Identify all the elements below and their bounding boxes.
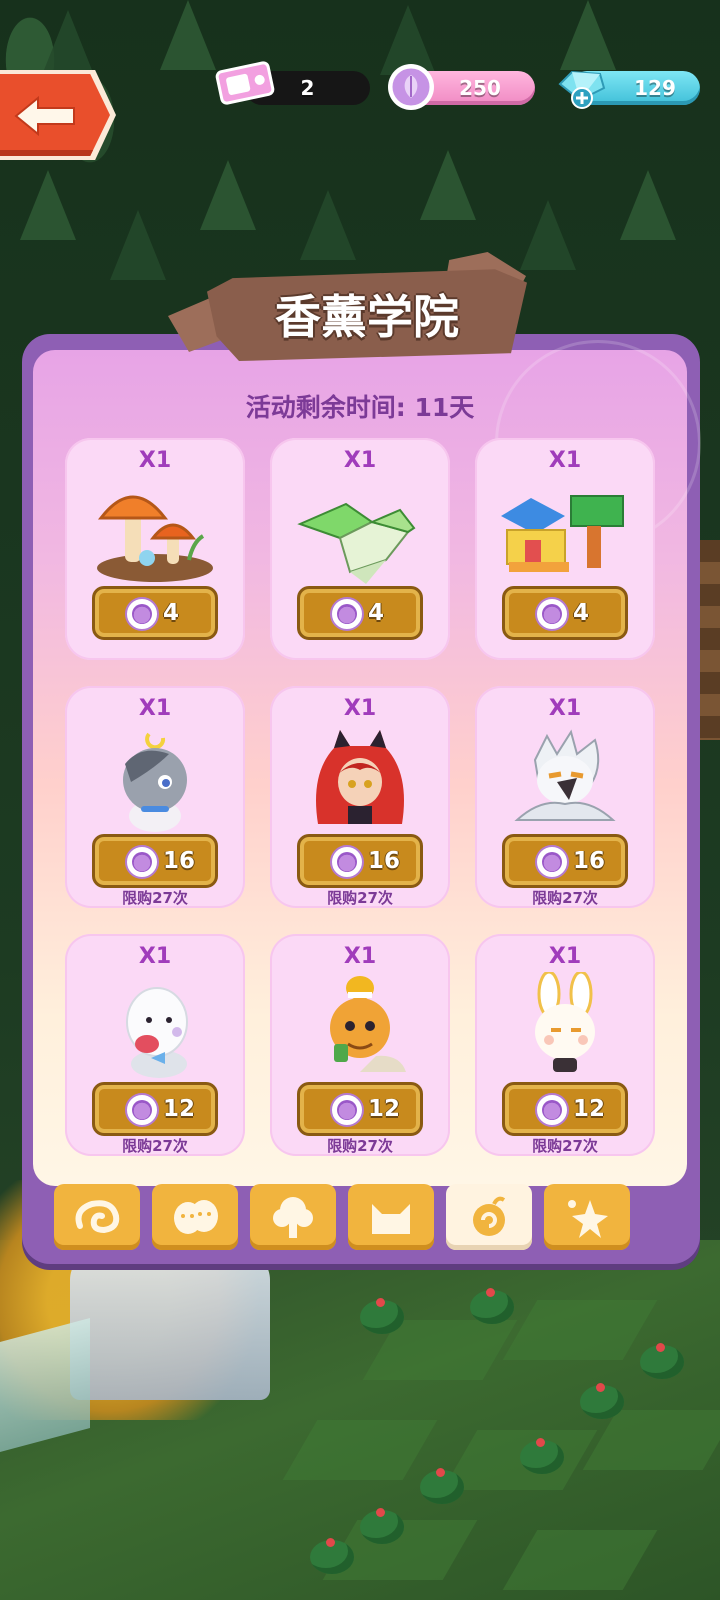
item-price: 12 xyxy=(163,1096,196,1122)
tab-snail[interactable] xyxy=(446,1184,532,1250)
berry-bush xyxy=(520,1438,564,1474)
purchase-limit: 限购27次 xyxy=(122,1137,188,1155)
feather-coin-icon xyxy=(535,597,569,631)
feather-count: 250 xyxy=(459,76,501,100)
feather-coin-icon xyxy=(125,845,159,879)
back-button[interactable] xyxy=(0,74,110,156)
block-house-icon xyxy=(501,495,624,572)
event-timer: 活动剩余时间: 11天 xyxy=(245,393,475,422)
item-price: 16 xyxy=(163,848,196,874)
origami-frog-icon xyxy=(297,502,416,584)
item-quantity: X1 xyxy=(548,944,582,969)
academy-building xyxy=(70,1250,270,1400)
snail-swirl-icon xyxy=(473,1196,506,1236)
item-price: 4 xyxy=(573,600,590,626)
tab-masks[interactable] xyxy=(152,1184,238,1250)
tab-swirl[interactable] xyxy=(54,1184,140,1250)
pine-tree xyxy=(420,150,476,220)
pine-tree xyxy=(20,170,76,240)
bunny-character-icon xyxy=(535,972,595,1072)
berry-bush xyxy=(310,1538,354,1574)
price-button[interactable]: 12 xyxy=(92,1082,218,1136)
pine-tree xyxy=(560,0,616,70)
berry-bush xyxy=(640,1343,684,1379)
item-quantity: X1 xyxy=(548,696,582,721)
item-price: 4 xyxy=(368,600,385,626)
pine-tree xyxy=(160,0,216,70)
tab-cat[interactable] xyxy=(348,1184,434,1250)
item-quantity: X1 xyxy=(138,696,172,721)
price-button[interactable]: 12 xyxy=(297,1082,423,1136)
shop-item-card[interactable]: X1 12 限购27次 xyxy=(65,934,245,1156)
item-price: 12 xyxy=(573,1096,606,1122)
feather-coin-icon xyxy=(330,845,364,879)
item-quantity: X1 xyxy=(343,944,377,969)
shop-item-card[interactable]: X1 12 限购27次 xyxy=(270,934,450,1156)
shop-item-card[interactable]: X1 4 xyxy=(65,438,245,660)
cat-face-icon xyxy=(372,1204,410,1234)
raccoon-character-icon xyxy=(123,732,187,832)
tab-tree[interactable] xyxy=(250,1184,336,1250)
price-button[interactable]: 4 xyxy=(297,586,423,640)
price-button[interactable]: 4 xyxy=(502,586,628,640)
item-quantity: X1 xyxy=(343,448,377,473)
price-button[interactable]: 16 xyxy=(502,834,628,888)
price-button[interactable]: 16 xyxy=(92,834,218,888)
berry-bush xyxy=(470,1288,514,1324)
shop-item-card[interactable]: X1 16 限购27次 xyxy=(475,686,655,908)
feather-coin-icon xyxy=(388,64,434,110)
panel-title: 香薰学院 xyxy=(275,290,459,344)
price-button[interactable]: 12 xyxy=(502,1082,628,1136)
pine-tree xyxy=(300,190,356,260)
gem-plus-icon[interactable] xyxy=(556,66,608,110)
item-quantity: X1 xyxy=(548,448,582,473)
item-quantity: X1 xyxy=(138,448,172,473)
shop-item-card[interactable]: X1 16 限购27次 xyxy=(65,686,245,908)
arrow-left-icon xyxy=(14,96,75,136)
feather-coin-icon xyxy=(125,1093,159,1127)
mushroom-decor-icon xyxy=(97,495,213,582)
red-hair-cat-girl-icon xyxy=(316,730,404,824)
purchase-limit: 限购27次 xyxy=(327,1137,393,1155)
pine-tree xyxy=(110,210,166,280)
shop-item-card[interactable]: X1 16 限购27次 xyxy=(270,686,450,908)
shop-item-card[interactable]: X1 12 限购27次 xyxy=(475,934,655,1156)
feather-coin-icon xyxy=(535,1093,569,1127)
feather-coin-icon xyxy=(125,597,159,631)
berry-bush xyxy=(360,1298,404,1334)
feather-coin-icon xyxy=(330,597,364,631)
berry-bush xyxy=(360,1508,404,1544)
orange-duck-character-icon xyxy=(330,976,406,1072)
white-bird-character-icon xyxy=(514,729,616,821)
item-price: 16 xyxy=(368,848,401,874)
item-quantity: X1 xyxy=(138,944,172,969)
berry-bush xyxy=(580,1383,624,1419)
item-price: 16 xyxy=(573,848,606,874)
price-button[interactable]: 4 xyxy=(92,586,218,640)
purchase-limit: 限购27次 xyxy=(532,889,598,907)
item-price: 4 xyxy=(163,600,180,626)
price-button[interactable]: 16 xyxy=(297,834,423,888)
pine-tree xyxy=(520,200,576,270)
berry-bush xyxy=(420,1468,464,1504)
tree-icon xyxy=(273,1197,313,1238)
gem-count: 129 xyxy=(634,76,676,100)
purchase-limit: 限购27次 xyxy=(327,889,393,907)
star-sparkle-icon xyxy=(568,1200,608,1238)
feather-coin-icon xyxy=(330,1093,364,1127)
feather-coin-icon xyxy=(535,845,569,879)
shop-item-card[interactable]: X1 4 xyxy=(270,438,450,660)
item-price: 12 xyxy=(368,1096,401,1122)
pine-tree xyxy=(40,10,96,80)
purchase-limit: 限购27次 xyxy=(122,889,188,907)
tab-star[interactable] xyxy=(544,1184,630,1250)
pine-tree xyxy=(200,160,256,230)
white-chick-character-icon xyxy=(126,987,188,1078)
shop-item-card[interactable]: X1 4 xyxy=(475,438,655,660)
pine-tree xyxy=(620,170,676,240)
masks-icon xyxy=(174,1200,218,1234)
item-quantity: X1 xyxy=(343,696,377,721)
purchase-limit: 限购27次 xyxy=(532,1137,598,1155)
swirl-cloud-icon xyxy=(75,1200,120,1234)
